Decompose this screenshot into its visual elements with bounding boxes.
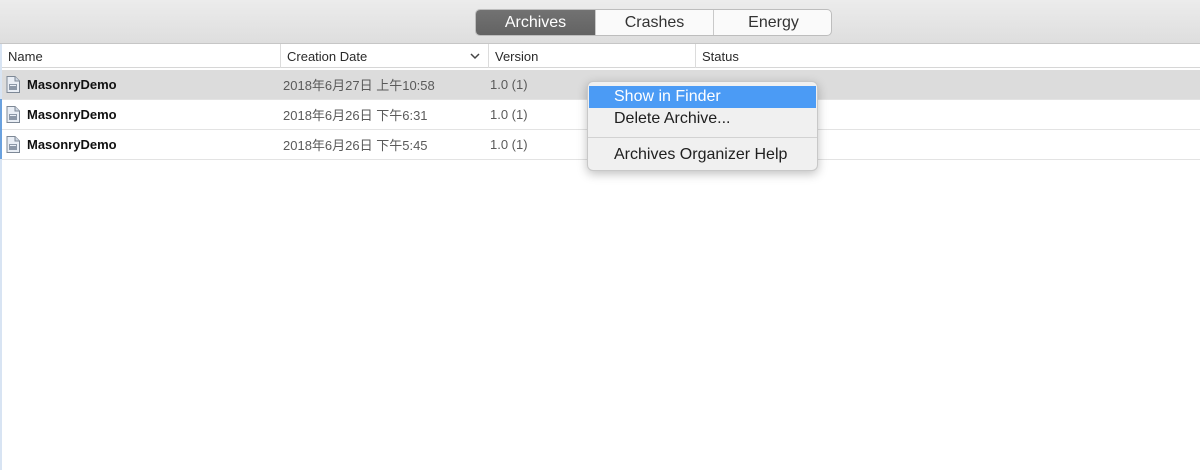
column-header-status-label: Status: [702, 48, 739, 64]
row-date: 2018年6月26日 下午5:45: [283, 138, 428, 153]
row-name-cell: MasonryDemo: [6, 70, 280, 99]
archive-file-icon: [6, 76, 20, 93]
tab-crashes[interactable]: Crashes: [596, 10, 714, 35]
row-date: 2018年6月26日 下午6:31: [283, 108, 428, 123]
row-name: MasonryDemo: [27, 77, 117, 92]
menu-item-archives-organizer-help[interactable]: Archives Organizer Help: [589, 144, 816, 166]
menu-item-delete-archive[interactable]: Delete Archive...: [589, 108, 816, 130]
column-header-creation-date[interactable]: Creation Date: [280, 44, 488, 68]
context-menu: Show in Finder Delete Archive... Archive…: [587, 81, 818, 171]
archive-file-icon: [6, 106, 20, 123]
row-name-cell: MasonryDemo: [6, 130, 280, 159]
row-date: 2018年6月27日 上午10:58: [283, 78, 435, 93]
tab-energy[interactable]: Energy: [714, 10, 831, 35]
tab-segmented-control: Archives Crashes Energy: [475, 9, 832, 36]
row-name-cell: MasonryDemo: [6, 100, 280, 129]
table-header: Name Creation Date Version Status: [2, 44, 1200, 68]
column-header-creation-date-label: Creation Date: [287, 48, 368, 64]
row-name: MasonryDemo: [27, 107, 117, 122]
tab-archives[interactable]: Archives: [476, 10, 596, 35]
archive-file-icon: [6, 136, 20, 153]
chevron-down-icon[interactable]: [470, 52, 480, 60]
column-header-name[interactable]: Name: [2, 44, 280, 68]
toolbar: Archives Crashes Energy: [0, 0, 1200, 44]
row-name: MasonryDemo: [27, 137, 117, 152]
menu-item-show-in-finder[interactable]: Show in Finder: [589, 86, 816, 108]
menu-separator: [588, 137, 817, 138]
column-header-version[interactable]: Version: [488, 44, 695, 68]
column-header-name-label: Name: [8, 48, 43, 64]
column-header-status[interactable]: Status: [695, 44, 1200, 68]
column-header-version-label: Version: [495, 48, 539, 64]
